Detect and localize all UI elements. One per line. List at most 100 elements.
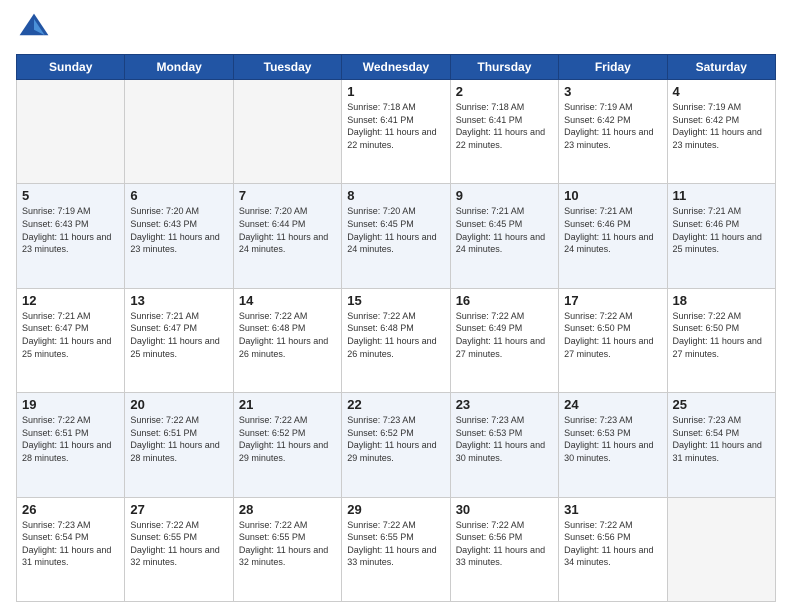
day-info: Sunrise: 7:21 AMSunset: 6:47 PMDaylight:… [22, 310, 119, 360]
day-number: 17 [564, 293, 661, 308]
calendar-cell: 24Sunrise: 7:23 AMSunset: 6:53 PMDayligh… [559, 393, 667, 497]
day-header-tuesday: Tuesday [233, 55, 341, 80]
day-number: 3 [564, 84, 661, 99]
day-number: 8 [347, 188, 444, 203]
day-info: Sunrise: 7:20 AMSunset: 6:43 PMDaylight:… [130, 205, 227, 255]
day-info: Sunrise: 7:21 AMSunset: 6:46 PMDaylight:… [673, 205, 770, 255]
day-number: 24 [564, 397, 661, 412]
calendar-cell [17, 80, 125, 184]
calendar-cell: 12Sunrise: 7:21 AMSunset: 6:47 PMDayligh… [17, 288, 125, 392]
day-number: 2 [456, 84, 553, 99]
calendar-cell: 16Sunrise: 7:22 AMSunset: 6:49 PMDayligh… [450, 288, 558, 392]
calendar-cell: 26 Sunrise: 7:23 AMSunset: 6:54 PMDayligh… [17, 497, 125, 601]
day-number: 29 [347, 502, 444, 517]
calendar-cell: 17 Sunrise: 7:22 AMSunset: 6:50 PMDayligh… [559, 288, 667, 392]
day-info: Sunrise: 7:19 AMSunset: 6:43 PMDaylight:… [22, 205, 119, 255]
calendar-cell [125, 80, 233, 184]
calendar-cell: 3 Sunrise: 7:19 AMSunset: 6:42 PMDaylight… [559, 80, 667, 184]
day-number: 20 [130, 397, 227, 412]
calendar-cell [233, 80, 341, 184]
day-header-saturday: Saturday [667, 55, 775, 80]
day-number: 30 [456, 502, 553, 517]
logo-icon [16, 10, 52, 46]
day-info: Sunrise: 7:22 AMSunset: 6:55 PMDaylight:… [239, 519, 336, 569]
calendar-cell: 6 Sunrise: 7:20 AMSunset: 6:43 PMDaylight… [125, 184, 233, 288]
calendar-body: 1 Sunrise: 7:18 AMSunset: 6:41 PMDaylight… [17, 80, 776, 602]
calendar-table: SundayMondayTuesdayWednesdayThursdayFrid… [16, 54, 776, 602]
calendar-cell: 21Sunrise: 7:22 AMSunset: 6:52 PMDayligh… [233, 393, 341, 497]
calendar-header: SundayMondayTuesdayWednesdayThursdayFrid… [17, 55, 776, 80]
day-info: Sunrise: 7:18 AMSunset: 6:41 PMDaylight:… [456, 101, 553, 151]
calendar-cell: 14 Sunrise: 7:22 AMSunset: 6:48 PMDayligh… [233, 288, 341, 392]
calendar-cell: 20 Sunrise: 7:22 AMSunset: 6:51 PMDayligh… [125, 393, 233, 497]
week-row-3: 12Sunrise: 7:21 AMSunset: 6:47 PMDayligh… [17, 288, 776, 392]
day-info: Sunrise: 7:22 AMSunset: 6:49 PMDaylight:… [456, 310, 553, 360]
day-info: Sunrise: 7:22 AMSunset: 6:50 PMDaylight:… [564, 310, 661, 360]
calendar-cell: 4 Sunrise: 7:19 AMSunset: 6:42 PMDaylight… [667, 80, 775, 184]
day-number: 22 [347, 397, 444, 412]
calendar-cell: 25 Sunrise: 7:23 AMSunset: 6:54 PMDayligh… [667, 393, 775, 497]
day-number: 11 [673, 188, 770, 203]
logo [16, 10, 56, 46]
day-header-thursday: Thursday [450, 55, 558, 80]
calendar-cell: 27 Sunrise: 7:22 AMSunset: 6:55 PMDayligh… [125, 497, 233, 601]
day-info: Sunrise: 7:18 AMSunset: 6:41 PMDaylight:… [347, 101, 444, 151]
calendar-cell: 8 Sunrise: 7:20 AMSunset: 6:45 PMDaylight… [342, 184, 450, 288]
day-info: Sunrise: 7:21 AMSunset: 6:46 PMDaylight:… [564, 205, 661, 255]
calendar-cell: 5 Sunrise: 7:19 AMSunset: 6:43 PMDaylight… [17, 184, 125, 288]
day-info: Sunrise: 7:23 AMSunset: 6:54 PMDaylight:… [22, 519, 119, 569]
day-number: 10 [564, 188, 661, 203]
day-header-sunday: Sunday [17, 55, 125, 80]
day-number: 15 [347, 293, 444, 308]
calendar-cell: 7 Sunrise: 7:20 AMSunset: 6:44 PMDaylight… [233, 184, 341, 288]
page: SundayMondayTuesdayWednesdayThursdayFrid… [0, 0, 792, 612]
calendar-cell: 15 Sunrise: 7:22 AMSunset: 6:48 PMDayligh… [342, 288, 450, 392]
day-number: 9 [456, 188, 553, 203]
calendar-cell: 28 Sunrise: 7:22 AMSunset: 6:55 PMDayligh… [233, 497, 341, 601]
day-number: 14 [239, 293, 336, 308]
week-row-1: 1 Sunrise: 7:18 AMSunset: 6:41 PMDaylight… [17, 80, 776, 184]
day-number: 1 [347, 84, 444, 99]
calendar-cell: 22 Sunrise: 7:23 AMSunset: 6:52 PMDayligh… [342, 393, 450, 497]
day-info: Sunrise: 7:22 AMSunset: 6:55 PMDaylight:… [130, 519, 227, 569]
day-info: Sunrise: 7:23 AMSunset: 6:52 PMDaylight:… [347, 414, 444, 464]
day-number: 27 [130, 502, 227, 517]
day-header-monday: Monday [125, 55, 233, 80]
calendar-cell: 18 Sunrise: 7:22 AMSunset: 6:50 PMDayligh… [667, 288, 775, 392]
day-number: 26 [22, 502, 119, 517]
week-row-5: 26 Sunrise: 7:23 AMSunset: 6:54 PMDayligh… [17, 497, 776, 601]
day-info: Sunrise: 7:22 AMSunset: 6:48 PMDaylight:… [347, 310, 444, 360]
day-info: Sunrise: 7:20 AMSunset: 6:44 PMDaylight:… [239, 205, 336, 255]
day-info: Sunrise: 7:22 AMSunset: 6:50 PMDaylight:… [673, 310, 770, 360]
day-number: 28 [239, 502, 336, 517]
calendar-cell: 1 Sunrise: 7:18 AMSunset: 6:41 PMDaylight… [342, 80, 450, 184]
day-info: Sunrise: 7:19 AMSunset: 6:42 PMDaylight:… [564, 101, 661, 151]
day-info: Sunrise: 7:22 AMSunset: 6:51 PMDaylight:… [130, 414, 227, 464]
day-number: 31 [564, 502, 661, 517]
day-info: Sunrise: 7:22 AMSunset: 6:51 PMDaylight:… [22, 414, 119, 464]
calendar-cell: 30 Sunrise: 7:22 AMSunset: 6:56 PMDayligh… [450, 497, 558, 601]
day-header-wednesday: Wednesday [342, 55, 450, 80]
day-number: 7 [239, 188, 336, 203]
calendar-cell [667, 497, 775, 601]
day-header-friday: Friday [559, 55, 667, 80]
day-info: Sunrise: 7:19 AMSunset: 6:42 PMDaylight:… [673, 101, 770, 151]
day-info: Sunrise: 7:22 AMSunset: 6:56 PMDaylight:… [564, 519, 661, 569]
calendar-cell: 9Sunrise: 7:21 AMSunset: 6:45 PMDaylight… [450, 184, 558, 288]
day-number: 21 [239, 397, 336, 412]
calendar-cell: 19Sunrise: 7:22 AMSunset: 6:51 PMDayligh… [17, 393, 125, 497]
day-number: 5 [22, 188, 119, 203]
week-row-2: 5 Sunrise: 7:19 AMSunset: 6:43 PMDaylight… [17, 184, 776, 288]
day-info: Sunrise: 7:20 AMSunset: 6:45 PMDaylight:… [347, 205, 444, 255]
calendar-cell: 29 Sunrise: 7:22 AMSunset: 6:55 PMDayligh… [342, 497, 450, 601]
day-number: 25 [673, 397, 770, 412]
calendar-cell: 23Sunrise: 7:23 AMSunset: 6:53 PMDayligh… [450, 393, 558, 497]
day-info: Sunrise: 7:22 AMSunset: 6:48 PMDaylight:… [239, 310, 336, 360]
days-of-week-row: SundayMondayTuesdayWednesdayThursdayFrid… [17, 55, 776, 80]
day-number: 6 [130, 188, 227, 203]
day-number: 18 [673, 293, 770, 308]
day-info: Sunrise: 7:23 AMSunset: 6:54 PMDaylight:… [673, 414, 770, 464]
day-info: Sunrise: 7:22 AMSunset: 6:55 PMDaylight:… [347, 519, 444, 569]
day-info: Sunrise: 7:22 AMSunset: 6:56 PMDaylight:… [456, 519, 553, 569]
day-number: 4 [673, 84, 770, 99]
